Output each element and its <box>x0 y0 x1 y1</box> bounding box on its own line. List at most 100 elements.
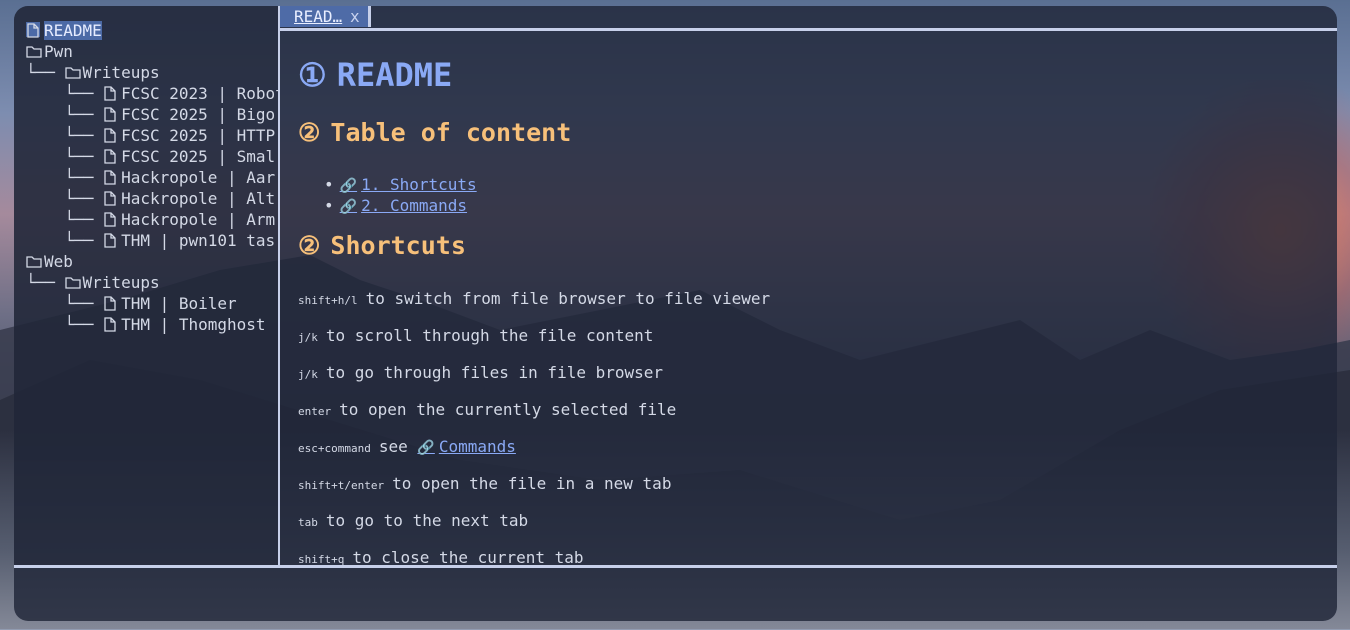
toc-link-commands[interactable]: 🔗 2. Commands <box>340 196 467 215</box>
tree-branch: └── <box>26 231 104 250</box>
tree-branch: └── <box>26 147 104 166</box>
tree-branch: └── <box>26 105 104 124</box>
shortcut-key: shift+t/enter <box>298 479 385 492</box>
tree-item[interactable]: └── Hackropole | Arm <box>26 209 276 230</box>
toc-heading: ② Table of content <box>298 118 571 148</box>
shortcut-row: shift+t/enter to open the file in a new t… <box>298 473 671 496</box>
shortcut-text: to close the current tab <box>352 548 584 565</box>
shortcut-text: to go to the next tab <box>325 511 529 530</box>
shortcut-key: esc+command <box>298 442 371 455</box>
file-icon <box>103 127 117 143</box>
shortcut-text: see <box>378 437 408 456</box>
folder-icon <box>26 43 42 58</box>
tree-item-label: Web <box>44 252 73 271</box>
title-text: README <box>336 56 453 94</box>
app-window: README Pwn └── Writeups └── FCSC 2023 | Ro… <box>14 6 1337 621</box>
tree-item[interactable]: └── Hackropole | Alt <box>26 188 276 209</box>
shortcut-text: to go through files in file browser <box>325 363 664 382</box>
tree-branch: └── <box>26 273 65 292</box>
tree-item-label: FCSC 2025 | HTTP <box>121 126 276 145</box>
shortcut-text: to open the file in a new tab <box>392 474 672 493</box>
shortcuts-heading: ② Shortcuts <box>298 231 466 261</box>
tree-branch: └── <box>26 210 104 229</box>
tab-readme[interactable]: READ… x <box>280 6 371 27</box>
shortcut-text: to switch from file browser to file view… <box>365 289 771 308</box>
heading-number: ① <box>298 56 327 94</box>
tree-branch: └── <box>26 315 104 334</box>
toc-link-shortcuts[interactable]: 🔗 1. Shortcuts <box>340 175 477 194</box>
tree-item[interactable]: └── Hackropole | Aar <box>26 167 276 188</box>
tree-item[interactable]: Pwn <box>26 41 73 62</box>
tree-item-label: THM | Thomghost <box>121 315 266 334</box>
shortcut-text: to scroll through the file content <box>325 326 654 345</box>
tree-item[interactable]: └── Writeups <box>26 272 160 293</box>
tree-branch: └── <box>26 84 104 103</box>
commands-link[interactable]: 🔗 Commands <box>417 437 516 456</box>
tree-item[interactable]: └── FCSC 2025 | HTTP <box>26 125 276 146</box>
tree-item[interactable]: └── Writeups <box>26 62 160 83</box>
folder-icon <box>64 64 81 79</box>
tree-item-label: FCSC 2023 | Robot <box>121 84 278 103</box>
tab-label: READ… <box>294 7 343 26</box>
bullet: • <box>324 175 334 194</box>
tree-branch: └── <box>26 63 65 82</box>
tree-item-label: README <box>44 21 102 40</box>
tree-item[interactable]: └── FCSC 2023 | Robot <box>26 83 278 104</box>
toc-link-label: 2. Commands <box>361 196 468 215</box>
tree-item-label: Writeups <box>82 63 160 82</box>
file-icon <box>103 295 117 311</box>
tab-close-button[interactable]: x <box>350 6 360 27</box>
link-icon: 🔗 <box>417 440 435 456</box>
shortcut-row: j/k to scroll through the file content <box>298 325 653 348</box>
tree-item[interactable]: README <box>26 20 102 41</box>
tree-item[interactable]: └── FCSC 2025 | Smal <box>26 146 276 167</box>
folder-icon <box>26 253 42 268</box>
file-viewer[interactable]: ① README ② Table of content • 🔗 1. Shortcuts… <box>280 31 1337 565</box>
shortcut-key: tab <box>298 516 318 529</box>
status-divider <box>14 565 1337 568</box>
toc-item-commands: • 🔗 2. Commands <box>324 195 467 218</box>
shortcut-row: enter to open the currently selected file <box>298 399 676 422</box>
file-icon <box>103 169 117 185</box>
heading-number: ② <box>298 118 321 147</box>
tree-item[interactable]: └── THM | pwn101 tas <box>26 230 276 251</box>
tree-item-label: Hackropole | Aar <box>121 168 276 187</box>
shortcut-key: enter <box>298 405 332 418</box>
file-icon <box>103 85 117 101</box>
shortcut-row: j/k to go through files in file browser <box>298 362 663 385</box>
link-icon: 🔗 <box>339 178 358 194</box>
tree-item[interactable]: └── FCSC 2025 | Bigor <box>26 104 278 125</box>
toc-item-shortcuts: • 🔗 1. Shortcuts <box>324 174 477 197</box>
tree-item-label: Hackropole | Alt <box>121 189 276 208</box>
tree-item-label: Hackropole | Arm <box>121 210 276 229</box>
shortcut-row: shift+q to close the current tab <box>298 547 584 565</box>
tree-item-label: FCSC 2025 | Smal <box>121 147 276 166</box>
file-icon <box>26 22 40 38</box>
shortcut-key: j/k <box>298 368 318 381</box>
file-icon <box>103 232 117 248</box>
tree-branch: └── <box>26 126 104 145</box>
tree-item[interactable]: └── THM | Thomghost <box>26 314 266 335</box>
tree-item-label: FCSC 2025 | Bigor <box>121 105 278 124</box>
tree-item-label: THM | pwn101 tas <box>121 231 276 250</box>
shortcuts-heading-text: Shortcuts <box>330 231 466 260</box>
file-browser[interactable]: README Pwn └── Writeups └── FCSC 2023 | Ro… <box>14 6 278 566</box>
file-icon <box>103 316 117 332</box>
shortcut-row: tab to go to the next tab <box>298 510 528 533</box>
page-title: ① README <box>298 57 452 93</box>
commands-link-label: Commands <box>438 437 516 456</box>
tree-branch: └── <box>26 189 104 208</box>
link-icon: 🔗 <box>339 199 358 215</box>
tree-item-label: THM | Boiler <box>121 294 237 313</box>
bullet: • <box>324 196 334 215</box>
folder-icon <box>64 274 81 289</box>
tree-branch: └── <box>26 294 104 313</box>
file-icon <box>103 106 117 122</box>
tree-item[interactable]: Web <box>26 251 73 272</box>
shortcut-row: shift+h/l to switch from file browser to … <box>298 288 770 311</box>
shortcut-key: j/k <box>298 331 318 344</box>
tree-item-label: Pwn <box>44 42 73 61</box>
tab-bar: READ… x <box>280 6 1337 28</box>
shortcut-key: shift+h/l <box>298 294 358 307</box>
tree-item[interactable]: └── THM | Boiler <box>26 293 237 314</box>
